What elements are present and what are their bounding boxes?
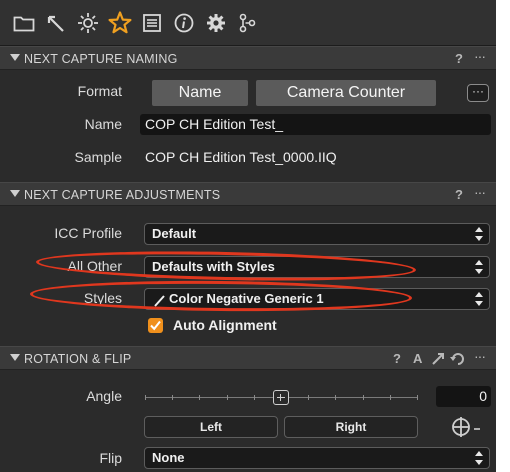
slider-tick	[390, 395, 391, 400]
tool-tabs-toolbar	[0, 0, 496, 46]
section-header-rotation-flip[interactable]: ROTATION & FLIP ? A ···	[0, 346, 496, 370]
help-icon[interactable]: ?	[455, 187, 463, 202]
name-label: Name	[84, 116, 122, 132]
stepper-arrows-icon	[475, 451, 483, 465]
help-icon[interactable]: ?	[455, 51, 463, 66]
info-icon[interactable]	[170, 9, 198, 37]
name-token[interactable]: Name	[152, 80, 248, 106]
slider-thumb[interactable]	[273, 390, 289, 405]
rotate-left-button[interactable]: Left	[144, 416, 278, 438]
slider-tick	[335, 395, 336, 400]
slider-tick	[308, 395, 309, 400]
name-input[interactable]: COP CH Edition Test_	[140, 114, 491, 135]
auto-alignment-checkbox[interactable]	[148, 318, 163, 333]
help-icon[interactable]: ?	[393, 351, 401, 366]
format-label: Format	[77, 83, 122, 99]
more-options-icon[interactable]: ···	[474, 348, 486, 364]
stepper-arrows-icon	[475, 227, 483, 241]
folder-icon[interactable]	[10, 9, 38, 37]
sample-label: Sample	[74, 149, 122, 165]
auto-alignment-label: Auto Alignment	[173, 317, 277, 333]
icc-profile-select[interactable]: Default	[144, 223, 490, 245]
slider-tick	[417, 395, 418, 400]
slider-tick	[363, 395, 364, 400]
more-options-icon[interactable]: ···	[474, 48, 486, 64]
slider-tick	[199, 395, 200, 400]
section-header-next-capture-adjustments[interactable]: NEXT CAPTURE ADJUSTMENTS ? ···	[0, 182, 496, 206]
gear-icon[interactable]	[202, 9, 230, 37]
sun-adjustments-icon[interactable]	[74, 9, 102, 37]
copy-apply-icon[interactable]	[431, 352, 445, 371]
highlight-ellipse-all-other	[35, 248, 417, 284]
angle-slider[interactable]	[145, 390, 418, 406]
section-title: ROTATION & FLIP	[24, 352, 132, 366]
token-menu-button[interactable]: ···	[467, 84, 489, 102]
angle-label: Angle	[86, 388, 122, 404]
collapse-triangle-icon[interactable]	[10, 54, 20, 61]
stepper-arrows-icon	[475, 292, 483, 306]
icc-profile-label: ICC Profile	[54, 225, 122, 241]
slider-tick	[172, 395, 173, 400]
reset-icon[interactable]	[450, 352, 466, 371]
section-header-next-capture-naming[interactable]: NEXT CAPTURE NAMING ? ···	[0, 46, 496, 70]
angle-value-input[interactable]: 0	[436, 386, 491, 407]
icc-profile-value: Default	[152, 226, 197, 241]
flip-value: None	[152, 450, 185, 465]
camera-counter-token[interactable]: Camera Counter	[256, 80, 436, 106]
background-edge	[496, 0, 510, 472]
section-title: NEXT CAPTURE NAMING	[24, 52, 178, 66]
capture-tool-icon[interactable]	[42, 9, 70, 37]
rotate-right-button[interactable]: Right	[284, 416, 418, 438]
collapse-triangle-icon[interactable]	[10, 190, 20, 197]
slider-tick	[145, 395, 146, 400]
collapse-triangle-icon[interactable]	[10, 354, 20, 361]
section-title: NEXT CAPTURE ADJUSTMENTS	[24, 188, 221, 202]
auto-rotate-button[interactable]: A	[413, 351, 422, 366]
stepper-arrows-icon	[475, 260, 483, 274]
tool-inspector-panel: NEXT CAPTURE NAMING ? ··· Format Name Ca…	[0, 0, 496, 472]
star-icon[interactable]	[106, 9, 134, 37]
flip-label: Flip	[99, 450, 122, 466]
flip-select[interactable]: None	[144, 447, 490, 469]
rotation-mode-icon[interactable]	[450, 415, 484, 444]
more-options-icon[interactable]: ···	[474, 184, 486, 200]
batch-icon[interactable]	[234, 9, 262, 37]
highlight-ellipse-styles	[29, 279, 413, 313]
slider-tick	[227, 395, 228, 400]
sample-value: COP CH Edition Test_0000.IIQ	[145, 149, 337, 165]
slider-tick	[254, 395, 255, 400]
list-icon[interactable]	[138, 9, 166, 37]
